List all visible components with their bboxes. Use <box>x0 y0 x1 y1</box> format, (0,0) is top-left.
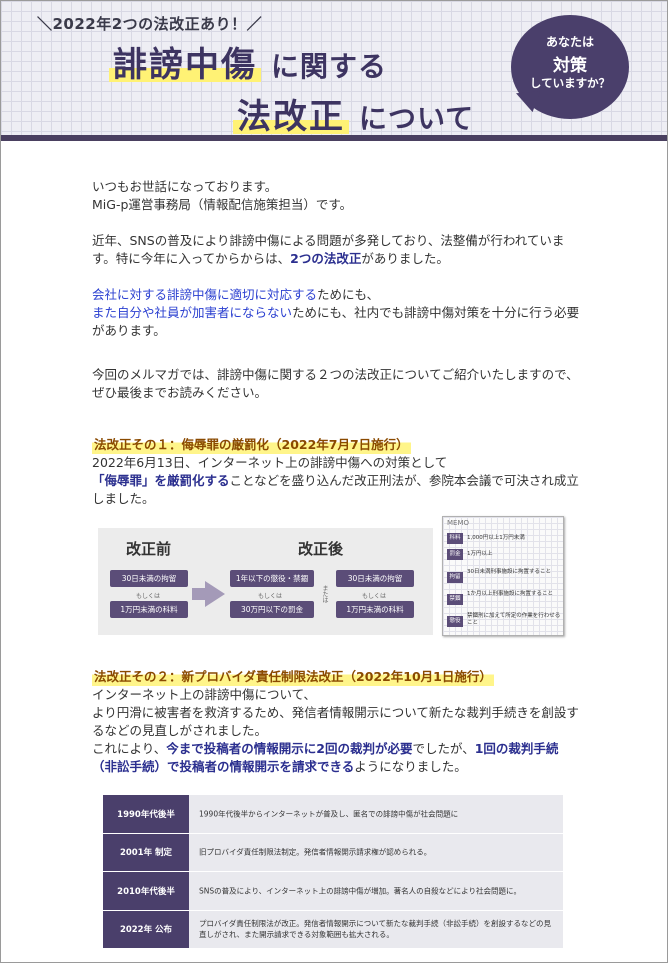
memo-card: MEMO 科料 1,000円以上1万円未満 罰金 1万円以上 拘留 30日未満刑… <box>442 516 564 636</box>
memo-title: MEMO <box>447 519 470 527</box>
after-penalty-fine: 30万円以下の罰金 <box>230 601 314 618</box>
before-or: もしくは <box>136 593 161 600</box>
memo-value: 1か月以上刑事施設に拘置すること <box>467 591 554 597</box>
section1-highlight: 「侮辱罪」を厳罰化する <box>92 473 230 488</box>
memo-value: 1,000円以上1万円未満 <box>467 535 525 541</box>
memo-key: 拘留 <box>447 572 463 583</box>
memo-value: 30日未満刑事施設に拘置すること <box>467 569 551 575</box>
arrow-shaft <box>192 588 205 600</box>
memo-row: 懲役 禁錮刑に加えて所定の作業を行わせること <box>447 613 561 629</box>
timeline-desc: プロバイダ責任制限法が改正。発信者情報開示について新たな裁判手続（非訟手続）を創… <box>189 910 563 948</box>
section2-title: 法改正その２：新プロバイダ責任制限法改正（2022年10月1日施行） <box>92 668 494 686</box>
bubble-line3: していますか？ <box>529 76 611 90</box>
section2: 法改正その２：新プロバイダ責任制限法改正（2022年10月1日施行） インターネ… <box>92 668 582 776</box>
section2-line1: インターネット上の誹謗中傷について、 <box>92 687 317 702</box>
timeline-row: 1990年代後半 1990年代後半からインターネットが普及し、匿名での誹謗中傷が… <box>103 795 563 834</box>
bubble-line2: 対策 <box>553 56 587 76</box>
timeline-row: 2022年 公布 プロバイダ責任制限法が改正。発信者情報開示について新たな裁判手… <box>103 910 563 949</box>
purpose-highlight-2: また自分や社員が加害者にならない <box>92 305 293 320</box>
hero-highlight-law-revision: 法改正 <box>233 97 349 137</box>
purpose-text-1: ためにも、 <box>317 287 380 302</box>
timeline-desc-text: SNSの普及により、インターネット上の誹謗中傷が増加。著名人の自殺などにより社会… <box>199 886 522 896</box>
timeline-row: 2010年代後半 SNSの普及により、インターネット上の誹謗中傷が増加。著名人の… <box>103 872 563 911</box>
section2-text-a: これにより、 <box>92 741 167 756</box>
after-detention: 30日未満の拘留 <box>336 570 414 587</box>
memo-row: 禁錮 1か月以上刑事施設に拘置すること <box>447 591 561 607</box>
timeline-label: 1990年代後半 <box>103 795 189 833</box>
greeting-line2: MiG-p運営事務局（情報配信施策担当）です。 <box>92 197 353 212</box>
timeline-label: 2001年 制定 <box>103 833 189 871</box>
memo-key: 罰金 <box>447 549 463 560</box>
hero-banner: ＼2022年2つの法改正あり！／ 誹謗中傷 に関する 法改正 について あなたは 対… <box>1 1 667 141</box>
bubble-line1: あなたは <box>545 35 594 49</box>
before-fine: 1万円未満の科料 <box>110 601 188 618</box>
memo-key: 懲役 <box>447 616 463 627</box>
hero-tagline: ＼2022年2つの法改正あり！／ <box>37 15 263 33</box>
hero-text-regarding: に関する <box>271 50 388 83</box>
memo-row: 罰金 1万円以上 <box>447 549 561 561</box>
timeline-desc-text: 1990年代後半からインターネットが普及し、匿名での誹謗中傷が社会問題に <box>199 809 459 819</box>
intro-highlight: 2つの法改正 <box>290 251 362 266</box>
after-or-right: もしくは <box>362 593 387 600</box>
timeline-desc: 旧プロバイダ責任制限法制定。発信者情報開示請求権が認められる。 <box>189 833 563 871</box>
memo-key: 禁錮 <box>447 594 463 605</box>
hero-title-line1: 誹謗中傷 に関する <box>109 37 387 86</box>
memo-row: 科料 1,000円以上1万円未満 <box>447 533 561 545</box>
memo-value: 禁錮刑に加えて所定の作業を行わせること <box>467 613 561 626</box>
after-or-vertical: または <box>321 585 328 603</box>
intro-text-end: がありました。 <box>361 251 449 266</box>
timeline-desc-text: プロバイダ責任制限法が改正。発信者情報開示について新たな裁判手続（非訟手続）を創… <box>199 919 551 940</box>
timeline-label: 2022年 公布 <box>103 910 189 948</box>
timeline-label-text: 2010年代後半 <box>117 886 175 897</box>
memo-value: 1万円以上 <box>467 551 493 557</box>
hero-title-line2: 法改正 について <box>233 89 474 138</box>
after-label: 改正後 <box>298 540 344 558</box>
timeline-label: 2010年代後半 <box>103 872 189 910</box>
hero-text-about: について <box>359 102 475 135</box>
after-imprisonment: 1年以下の懲役・禁錮 <box>230 570 314 587</box>
speech-bubble: あなたは 対策 していますか？ <box>511 15 629 119</box>
section2-text-c: でしたが、 <box>412 741 475 756</box>
timeline-desc-text: 旧プロバイダ責任制限法制定。発信者情報開示請求権が認められる。 <box>199 847 432 857</box>
newsletter-intro: 今回のメルマガでは、誹謗中傷に関する２つの法改正についてご紹介いたしますので、ぜ… <box>92 367 579 400</box>
penalty-comparison-diagram: 改正前 改正後 30日未満の拘留 もしくは 1万円未満の科料 1年以下の懲役・禁… <box>98 528 433 635</box>
section1-title: 法改正その１：侮辱罪の厳罰化（2022年7月7日施行） <box>92 436 411 454</box>
before-detention: 30日未満の拘留 <box>110 570 188 587</box>
timeline-label-text: 2001年 制定 <box>119 848 173 859</box>
intro-paragraph: 近年、SNSの普及により誹謗中傷による問題が多発しており、法整備が行われています… <box>92 232 582 268</box>
greeting-line1: いつもお世話になっております。 <box>92 179 278 194</box>
after-or-left: もしくは <box>258 593 283 600</box>
memo-row: 拘留 30日未満刑事施設に拘置すること <box>447 569 561 585</box>
timeline-row: 2001年 制定 旧プロバイダ責任制限法制定。発信者情報開示請求権が認められる。 <box>103 833 563 872</box>
section2-text-e: ようになりました。 <box>354 759 467 774</box>
timeline-label-text: 1990年代後半 <box>117 809 175 820</box>
hero-highlight-slander: 誹謗中傷 <box>109 45 261 85</box>
section2-highlight-before: 今まで投稿者の情報開示に2回の裁判が必要 <box>166 741 413 756</box>
law-timeline-table: 1990年代後半 1990年代後半からインターネットが普及し、匿名での誹謗中傷が… <box>103 795 563 949</box>
section1: 法改正その１：侮辱罪の厳罰化（2022年7月7日施行） 2022年6月13日、イ… <box>92 436 582 508</box>
before-label: 改正前 <box>126 540 172 558</box>
greeting: いつもお世話になっております。 MiG-p運営事務局（情報配信施策担当）です。 <box>92 178 582 214</box>
section1-line1: 2022年6月13日、インターネット上の誹謗中傷への対策として <box>92 455 448 470</box>
memo-key: 科料 <box>447 533 463 544</box>
arrow-right-icon <box>205 581 225 607</box>
timeline-label-text: 2022年 公布 <box>119 925 173 936</box>
timeline-desc: 1990年代後半からインターネットが普及し、匿名での誹謗中傷が社会問題に <box>189 795 563 833</box>
section2-line2: より円滑に被害者を救済するため、発信者情報開示について新たな裁判手続きを創設する… <box>92 705 579 738</box>
timeline-desc: SNSの普及により、インターネット上の誹謗中傷が増加。著名人の自殺などにより社会… <box>189 872 563 910</box>
purpose-paragraph: 会社に対する誹謗中傷に適切に対応するためにも、 また自分や社員が加害者にならない… <box>92 286 582 340</box>
purpose-highlight-1: 会社に対する誹謗中傷に適切に対応する <box>92 287 318 302</box>
after-petty-fine: 1万円未満の科料 <box>336 601 414 618</box>
